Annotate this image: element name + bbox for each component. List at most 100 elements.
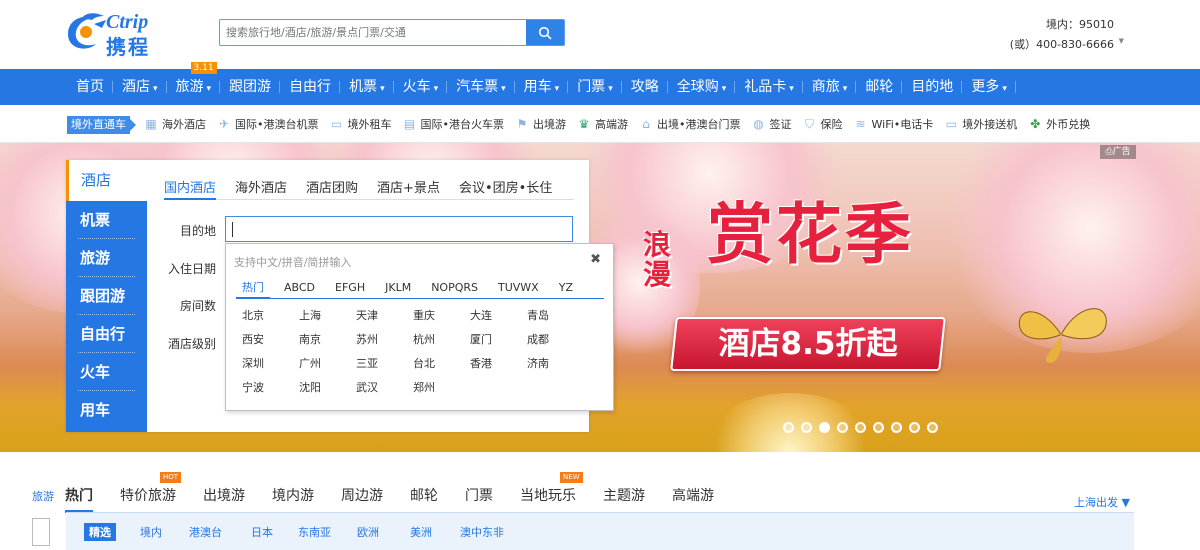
sidebar-item[interactable]: 旅游	[66, 239, 147, 277]
city-option[interactable]: 沈阳	[299, 379, 356, 396]
city-option[interactable]: 厦门	[470, 331, 527, 348]
carousel-dot[interactable]	[783, 422, 794, 433]
city-option[interactable]: 深圳	[242, 355, 299, 372]
hotel-tab[interactable]: 酒店+景点	[377, 180, 440, 200]
city-option[interactable]: 宁波	[242, 379, 299, 396]
nav-item[interactable]: 礼品卡 ▾	[735, 69, 803, 105]
nav-item[interactable]: 火车 ▾	[394, 69, 448, 105]
sidebar-item[interactable]: 火车	[66, 353, 147, 391]
city-option[interactable]: 北京	[242, 307, 299, 324]
subnav-item[interactable]: ✈ 国际•港澳台机票	[217, 105, 319, 143]
travel-category-tab[interactable]: 门票	[465, 485, 493, 505]
travel-category-tab[interactable]: 周边游	[341, 485, 383, 505]
subnav-item[interactable]: ≋ WiFi•电话卡	[854, 105, 933, 143]
subnav-item[interactable]: ♛ 高端游	[577, 105, 628, 143]
city-option[interactable]: 济南	[527, 355, 584, 372]
subnav-item[interactable]: ▭ 境外接送机	[944, 105, 1018, 143]
city-option[interactable]: 西安	[242, 331, 299, 348]
city-option[interactable]: 香港	[470, 355, 527, 372]
city-option[interactable]: 青岛	[527, 307, 584, 324]
travel-category-tab[interactable]: 特价旅游 HOT	[120, 472, 182, 505]
carousel-dot[interactable]	[837, 422, 848, 433]
search-input[interactable]	[220, 20, 527, 45]
subnav-item[interactable]: ✤ 外币兑换	[1028, 105, 1090, 143]
city-option[interactable]: 天津	[356, 307, 413, 324]
subnav-item[interactable]: ⌂ 出境•港澳台门票	[639, 105, 740, 143]
nav-item[interactable]: 门票 ▾	[568, 69, 622, 105]
destination-filter[interactable]: 东南亚	[298, 524, 331, 540]
city-letter-tab[interactable]: JKLM	[379, 280, 417, 299]
nav-item[interactable]: 首页	[67, 69, 113, 105]
city-letter-tab[interactable]: EFGH	[329, 280, 371, 299]
city-option[interactable]: 重庆	[413, 307, 470, 324]
travel-category-tab[interactable]: 高端游	[672, 485, 714, 505]
sidebar-item[interactable]: 酒店	[66, 160, 147, 201]
nav-item[interactable]: 旅游 ▾ 3.11	[167, 62, 221, 105]
subnav-item[interactable]: ▤ 国际•港台火车票	[403, 105, 504, 143]
city-letter-tab[interactable]: TUVWX	[492, 280, 545, 299]
carousel-dot[interactable]	[855, 422, 866, 433]
nav-item[interactable]: 商旅 ▾	[803, 69, 857, 105]
nav-item[interactable]: 目的地	[902, 69, 963, 105]
city-letter-tab[interactable]: 热门	[236, 280, 270, 299]
city-option[interactable]: 杭州	[413, 331, 470, 348]
carousel-dot[interactable]	[891, 422, 902, 433]
city-option[interactable]: 苏州	[356, 331, 413, 348]
sidebar-item[interactable]: 跟团游	[66, 277, 147, 315]
carousel-dot[interactable]	[927, 422, 938, 433]
city-option[interactable]: 三亚	[356, 355, 413, 372]
city-letter-tab[interactable]: YZ	[553, 280, 579, 299]
travel-category-tab[interactable]: 主题游	[603, 485, 645, 505]
nav-item[interactable]: 邮轮	[856, 69, 903, 105]
city-option[interactable]: 大连	[470, 307, 527, 324]
subnav-item[interactable]: ⚑ 出境游	[515, 105, 566, 143]
hotel-tab[interactable]: 酒店团购	[306, 180, 358, 200]
nav-item[interactable]: 用车 ▾	[515, 69, 569, 105]
nav-item[interactable]: 自由行	[280, 69, 341, 105]
city-option[interactable]: 郑州	[413, 379, 470, 396]
departure-city-select[interactable]: 上海出发 ▼	[1074, 494, 1130, 510]
subnav-item[interactable]: ◍ 签证	[752, 105, 791, 143]
travel-category-tab[interactable]: 境内游	[272, 485, 314, 505]
travel-category-tab[interactable]: 邮轮	[410, 485, 438, 505]
city-letter-tab[interactable]: ABCD	[278, 280, 321, 299]
travel-category-tab[interactable]: 热门	[65, 485, 93, 513]
carousel-dot[interactable]	[909, 422, 920, 433]
search-button[interactable]	[526, 20, 564, 45]
subnav-item[interactable]: ▦ 海外酒店	[144, 105, 206, 143]
nav-item[interactable]: 机票 ▾	[340, 69, 394, 105]
ctrip-logo[interactable]: Ctrip 携程	[62, 10, 174, 59]
sidebar-item[interactable]: 用车	[66, 391, 147, 429]
city-option[interactable]: 成都	[527, 331, 584, 348]
hotel-tab[interactable]: 会议•团房•长住	[459, 180, 552, 200]
destination-filter[interactable]: 澳中东非	[460, 524, 504, 540]
destination-filter[interactable]: 美洲	[410, 524, 432, 540]
subnav-item[interactable]: ⛉ 保险	[803, 105, 843, 143]
destination-filter[interactable]: 欧洲	[357, 524, 379, 540]
hotel-tab[interactable]: 海外酒店	[235, 180, 287, 200]
nav-item[interactable]: 跟团游	[220, 69, 281, 105]
city-option[interactable]: 台北	[413, 355, 470, 372]
subnav-item[interactable]: ▭ 境外租车	[330, 105, 392, 143]
carousel-dot[interactable]	[801, 422, 812, 433]
city-letter-tab[interactable]: NOPQRS	[425, 280, 484, 299]
sidebar-item[interactable]: 自由行	[66, 315, 147, 353]
sidebar-item[interactable]: 机票	[66, 201, 147, 239]
hotline[interactable]: 境内：95010 (或）400-830-6666 ▼	[1010, 15, 1124, 55]
destination-input[interactable]	[225, 216, 573, 242]
nav-item[interactable]: 酒店 ▾	[113, 69, 167, 105]
hotel-tab[interactable]: 国内酒店	[164, 180, 217, 200]
travel-category-tab[interactable]: 出境游	[203, 485, 245, 505]
destination-filter[interactable]: 精选	[84, 523, 116, 541]
carousel-dot-active[interactable]	[819, 422, 830, 433]
destination-filter[interactable]: 港澳台	[189, 524, 222, 540]
nav-item[interactable]: 汽车票 ▾	[447, 69, 515, 105]
city-option[interactable]: 上海	[299, 307, 356, 324]
nav-item[interactable]: 全球购 ▾	[668, 69, 736, 105]
close-icon[interactable]: ✖	[590, 252, 601, 267]
city-option[interactable]: 武汉	[356, 379, 413, 396]
destination-filter[interactable]: 日本	[251, 524, 273, 540]
travel-category-tab[interactable]: 当地玩乐 NEW	[520, 472, 583, 505]
nav-item[interactable]: 攻略	[622, 69, 668, 105]
carousel-dot[interactable]	[873, 422, 884, 433]
